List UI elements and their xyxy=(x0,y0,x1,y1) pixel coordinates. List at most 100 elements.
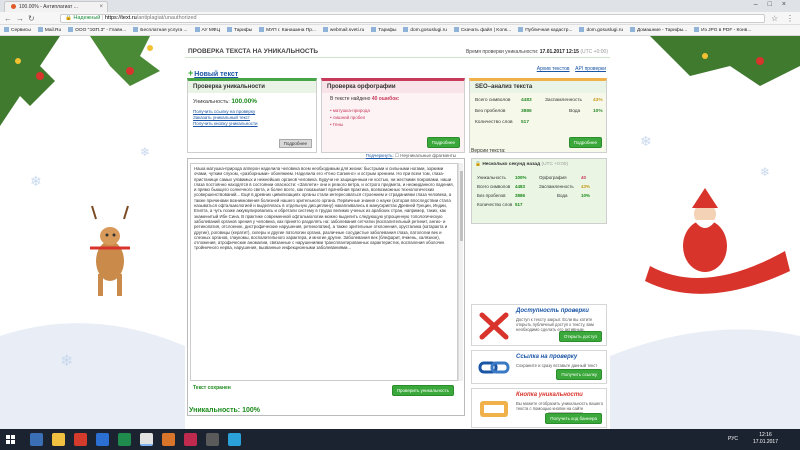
uniqueness-value: Уникальность: 100.00% xyxy=(193,98,257,105)
checkbox-icon[interactable]: ☐ xyxy=(395,153,399,158)
browser-tab[interactable]: 100.00% - Антиплагиат ... × xyxy=(4,1,108,12)
archive-link[interactable]: Архив текстов xyxy=(537,66,570,72)
url-host: https://text.ru xyxy=(104,15,137,21)
reload-icon[interactable]: ↻ xyxy=(28,14,35,23)
lock-icon: 🔒 xyxy=(65,15,72,21)
saved-label: Текст сохранен xyxy=(193,385,231,391)
bookmark-item[interactable]: Публичная кадастр... xyxy=(518,25,572,35)
get-banner-button[interactable]: Получить код баннера xyxy=(545,413,602,424)
get-link-button[interactable]: Получить ссылку xyxy=(556,369,602,380)
bookmark-item[interactable]: АУ МФЦ xyxy=(194,25,220,35)
app-icon[interactable] xyxy=(206,433,219,446)
version-row: Без пробелов 3886 Вода 10% xyxy=(477,193,591,198)
bookmark-icon xyxy=(194,27,200,32)
webpage: ❄ ❄ ❄ ❄ ❄ ПРОВЕРКА ТЕКСТА НА УНИКАЛЬНОСТ… xyxy=(0,36,800,429)
access-desc: Доступ к тексту закрыт. Если вы хотите о… xyxy=(516,317,594,332)
menu-icon[interactable]: ⋮ xyxy=(786,14,794,23)
app-icon[interactable] xyxy=(228,433,241,446)
url-field[interactable]: 🔒 Надежный | https://text.ru/antiplagiat… xyxy=(60,14,765,23)
bookmark-icon xyxy=(629,27,635,32)
top-links: Архив текстов API проверки xyxy=(537,66,606,72)
app-icon[interactable] xyxy=(74,433,87,446)
version-row: Количество слов 517 xyxy=(477,202,523,207)
star-icon[interactable]: ☆ xyxy=(771,14,778,23)
bookmark-icon xyxy=(68,27,74,32)
new-text-link[interactable]: +Новый текст xyxy=(188,68,238,78)
clock[interactable]: 12:16 17.01.2017 xyxy=(753,432,778,446)
bookmark-item[interactable]: Сервисы xyxy=(4,25,31,35)
text-input[interactable]: Наша матушка-природа апперон наделила че… xyxy=(190,163,458,381)
favicon-icon xyxy=(11,4,16,9)
bookmark-item[interactable]: Домашние - Тарифы... xyxy=(629,25,687,35)
windows-start-icon[interactable] xyxy=(6,435,15,444)
underline-link[interactable]: Подчеркнуть xyxy=(366,153,393,158)
spelling-errors: • матушка-природа • лишний пробел • Гены xyxy=(330,108,370,127)
uniqueness-panel: Проверка уникальности Уникальность: 100.… xyxy=(187,78,317,153)
app-icon[interactable] xyxy=(184,433,197,446)
bookmark-item[interactable]: dom.gosuslugi.ru xyxy=(579,25,623,35)
window-controls[interactable]: –□× xyxy=(754,1,796,8)
bookmark-item[interactable]: Скачать файл | Kons... xyxy=(453,25,511,35)
bookmark-item[interactable]: Бесплатная услуга ... xyxy=(133,25,188,35)
main-content: ПРОВЕРКА ТЕКСТА НА УНИКАЛЬНОСТЬ Время пр… xyxy=(185,36,610,429)
plus-icon: + xyxy=(188,68,194,78)
editor-scrollbar[interactable] xyxy=(458,163,463,381)
bookmark-item[interactable]: ООО "ЭЗП.З" - Главн... xyxy=(68,25,126,35)
api-link[interactable]: API проверки xyxy=(575,66,606,72)
bookmark-item[interactable]: Из JPG в PDF - Конв... xyxy=(694,25,751,35)
bookmark-item[interactable]: Тарифы xyxy=(227,25,252,35)
link-promo: Ссылка на проверку Сохраните и сразу вст… xyxy=(471,350,607,384)
version-row: Уникальность 100% Орфография 40 xyxy=(477,175,587,180)
error-item[interactable]: Гены xyxy=(333,122,343,127)
app-icon[interactable] xyxy=(162,433,175,446)
nonunique-label: Неуникальные фрагменты xyxy=(400,153,456,158)
seo-more-button[interactable]: Подробнее xyxy=(568,137,602,148)
forward-icon[interactable]: → xyxy=(16,14,24,23)
url-path: /antiplagiat/unauthorized xyxy=(136,15,197,21)
chrome-icon[interactable] xyxy=(140,433,153,446)
link-title: Ссылка на проверку xyxy=(516,354,578,360)
svg-text:❄: ❄ xyxy=(760,165,770,179)
version-head: 🔒 Несколько секунд назад (UTC +0:00) xyxy=(475,162,569,167)
uniqueness-button-link[interactable]: Получить кнопку уникальности xyxy=(193,121,258,127)
error-item[interactable]: лишний пробел xyxy=(333,115,365,120)
check-time: Время проверки уникальности: 17.01.2017 … xyxy=(465,49,608,55)
bookmark-icon xyxy=(518,27,524,32)
blocked-icon xyxy=(479,312,509,340)
bookmark-item[interactable]: МУП г. Канашина Пр... xyxy=(259,25,316,35)
back-icon[interactable]: ← xyxy=(4,14,12,23)
bookmark-item[interactable]: Mail.Ru xyxy=(37,25,61,35)
seo-row: Количество слов 517 xyxy=(475,120,530,125)
versions-label: Версии текста: xyxy=(471,148,506,154)
spelling-more-button[interactable]: Подробнее xyxy=(426,137,460,148)
browser-tabstrip: 100.00% - Антиплагиат ... × –□× xyxy=(0,0,800,12)
uniqueness-more-button[interactable]: Подробнее xyxy=(278,139,312,148)
bookmarks-bar: Сервисы Mail.Ru ООО "ЭЗП.З" - Главн... Бесп… xyxy=(0,25,800,36)
editor-toolbar: Подчеркнуть: ☐ Неуникальные фрагменты xyxy=(365,153,456,158)
ie-icon[interactable] xyxy=(30,433,43,446)
button-title: Кнопка уникальности xyxy=(516,392,583,398)
svg-text:❄: ❄ xyxy=(640,134,652,150)
bookmark-item[interactable]: webmail.sveti.ru xyxy=(322,25,364,35)
excel-icon[interactable] xyxy=(118,433,131,446)
seo-row: Без пробелов 3886 Вода 10% xyxy=(475,109,603,114)
explorer-icon[interactable] xyxy=(52,433,65,446)
christmas-decoration-right: ❄ ❄ xyxy=(610,36,800,429)
svg-text:❄: ❄ xyxy=(60,351,73,370)
error-item[interactable]: матушка-природа xyxy=(333,108,370,113)
tab-close-icon[interactable]: × xyxy=(99,2,103,12)
seo-header: SEO–анализ текста xyxy=(470,81,606,93)
spelling-summary: В тексте найдено 40 ошибок: xyxy=(330,96,400,102)
bookmark-item[interactable]: Тарифы xyxy=(371,25,396,35)
keyboard-language[interactable]: РУС xyxy=(728,436,738,442)
tab-title: 100.00% - Антиплагиат ... xyxy=(19,4,78,10)
scroll-thumb[interactable] xyxy=(460,171,463,241)
check-uniqueness-button[interactable]: Проверить уникальность xyxy=(391,385,454,396)
open-access-button[interactable]: Открыть доступ xyxy=(558,331,602,342)
uniqueness-header: Проверка уникальности xyxy=(188,81,316,93)
word-icon[interactable] xyxy=(96,433,109,446)
bookmark-item[interactable]: dom.gosuslugi.ru xyxy=(403,25,447,35)
christmas-decoration-left: ❄ ❄ ❄ xyxy=(0,36,185,429)
version-item[interactable]: 🔒 Несколько секунд назад (UTC +0:00) Уни… xyxy=(471,158,607,224)
bookmark-icon xyxy=(579,27,585,32)
